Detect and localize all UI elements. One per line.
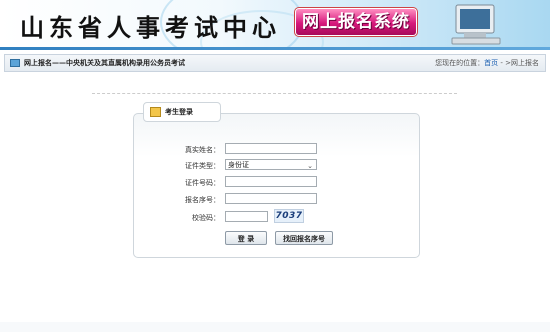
current-location: 您现在的位置：首页 - >网上报名 [435,58,539,68]
header-banner: 山东省人事考试中心 网上报名系统 [0,0,550,47]
location-prefix: 您现在的位置： [435,59,485,67]
real-name-input[interactable] [225,143,317,154]
id-type-selected: 身份证 [228,161,249,169]
login-panel-tab: 考生登录 [143,102,221,122]
id-type-label: 证件类型： [185,162,220,170]
footer-strip [0,322,550,332]
reg-number-label: 报名序号： [185,196,220,204]
captcha-label: 校验码： [192,214,220,222]
recover-reg-number-button[interactable]: 找回报名序号 [275,231,333,245]
window-icon [10,59,20,67]
id-number-label: 证件号码： [185,179,220,187]
banner-divider [0,47,550,50]
system-title: 网上报名系统 [296,9,416,35]
captcha-image[interactable]: 7037 [274,209,304,223]
divider [92,93,457,94]
chevron-down-icon: ⌄ [307,162,313,170]
home-link[interactable]: 首页 [484,59,498,67]
real-name-label: 真实姓名： [185,146,220,154]
id-number-input[interactable] [225,176,317,187]
breadcrumb: 网上报名——中央机关及其直属机构录用公务员考试 您现在的位置：首页 - >网上报… [4,54,546,72]
site-title: 山东省人事考试中心 [20,13,281,42]
user-card-icon [150,107,161,117]
login-panel-title: 考生登录 [165,108,193,116]
computer-icon [451,4,501,45]
id-type-select[interactable]: 身份证 ⌄ [225,159,317,170]
location-current: 网上报名 [511,59,539,67]
reg-number-input[interactable] [225,193,317,204]
location-separator: - > [498,59,511,67]
login-button[interactable]: 登 录 [225,231,267,245]
breadcrumb-title: 网上报名——中央机关及其直属机构录用公务员考试 [24,59,185,67]
captcha-input[interactable] [225,211,268,222]
